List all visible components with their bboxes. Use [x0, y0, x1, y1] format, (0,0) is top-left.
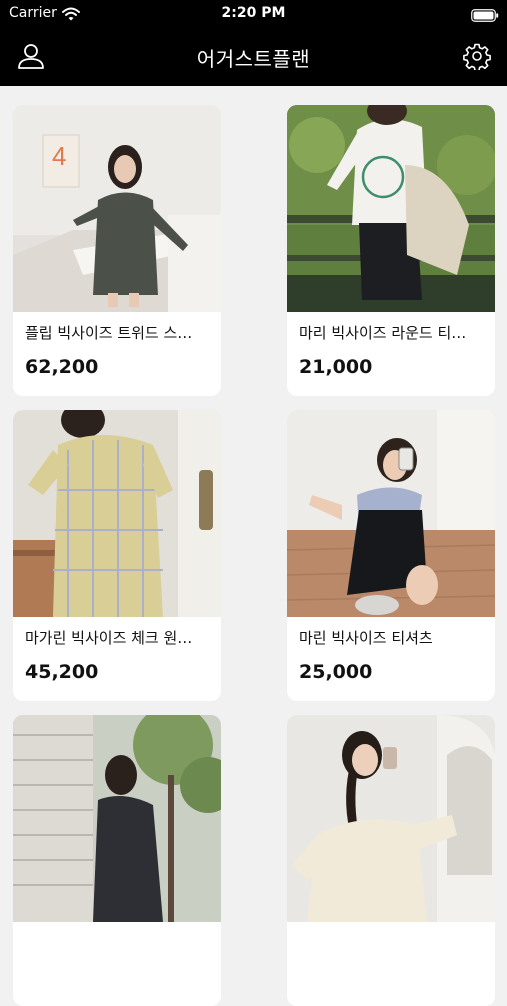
product-name: 마가린 빅사이즈 체크 원… [25, 629, 193, 647]
page-title: 어거스트플랜 [196, 47, 311, 71]
product-price: 62,200 [25, 356, 99, 378]
status-bar: Carrier 2:20 PM [0, 0, 507, 27]
product-card[interactable] [13, 715, 221, 1006]
product-card[interactable]: 4 플립 빅사이즈 트위드 스… 62,200 [13, 105, 221, 396]
product-grid: 4 플립 빅사이즈 트위드 스… 62,200 마리 빅사이즈 라운드 티… 2… [0, 86, 507, 1006]
gear-icon[interactable] [463, 42, 491, 72]
nav-bar: 어거스트플랜 [0, 27, 507, 86]
product-card[interactable]: 마린 빅사이즈 티셔츠 25,000 [287, 410, 495, 701]
product-photo [287, 410, 495, 617]
product-name: 마리 빅사이즈 라운드 티… [299, 324, 467, 342]
product-photo: 4 [13, 105, 221, 312]
product-name: 플립 빅사이즈 트위드 스… [25, 324, 193, 342]
product-price: 21,000 [299, 356, 373, 378]
product-photo [287, 715, 495, 922]
product-price: 45,200 [25, 661, 99, 683]
product-photo [13, 715, 221, 922]
svg-text:4: 4 [52, 141, 66, 171]
battery-icon [471, 7, 499, 22]
product-photo [287, 105, 495, 312]
product-name: 마린 빅사이즈 티셔츠 [299, 629, 433, 647]
status-time: 2:20 PM [221, 5, 286, 21]
product-photo [13, 410, 221, 617]
product-card[interactable]: 마리 빅사이즈 라운드 티… 21,000 [287, 105, 495, 396]
product-price: 25,000 [299, 661, 373, 683]
product-card[interactable] [287, 715, 495, 1006]
product-card[interactable]: 마가린 빅사이즈 체크 원… 45,200 [13, 410, 221, 701]
